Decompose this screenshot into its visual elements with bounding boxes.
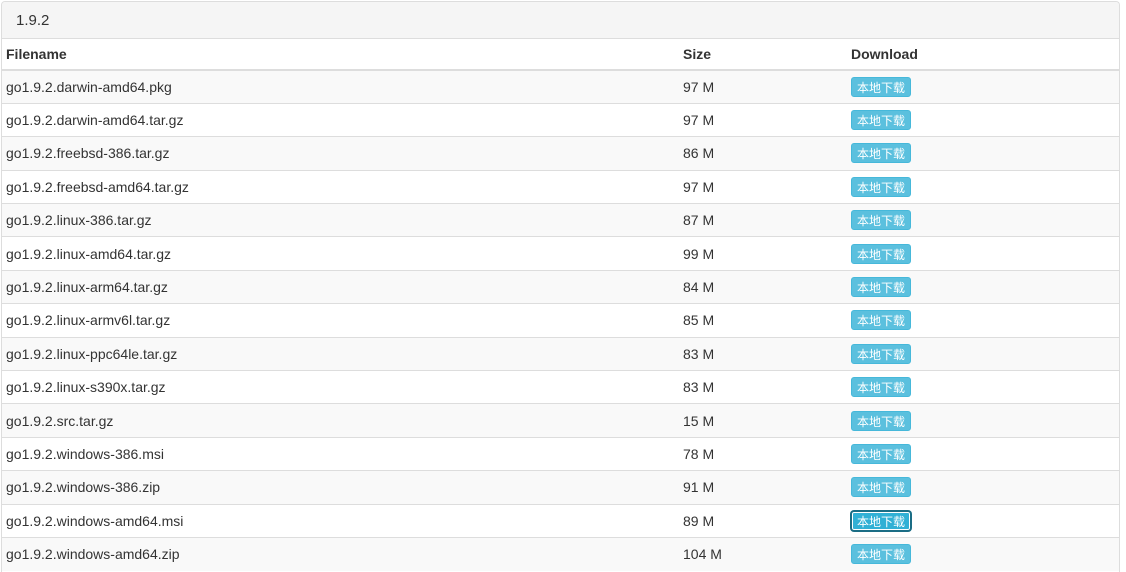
size-cell: 83 M <box>679 336 847 371</box>
table-row: go1.9.2.linux-ppc64le.tar.gz 83 M 本地下载 <box>2 336 1119 371</box>
table-header: Filename Size Download <box>2 39 1119 71</box>
local-download-button[interactable]: 本地下载 <box>851 544 912 565</box>
table-row: go1.9.2.linux-386.tar.gz 87 M 本地下载 <box>2 203 1119 237</box>
size-cell: 89 M <box>679 503 847 538</box>
version-title: 1.9.2 <box>16 11 50 29</box>
size-cell: 85 M <box>679 303 847 338</box>
header-filename: Filename <box>2 39 679 71</box>
table-row: go1.9.2.darwin-amd64.pkg 97 M 本地下载 <box>2 70 1119 104</box>
filename-cell: go1.9.2.freebsd-amd64.tar.gz <box>2 169 679 204</box>
size-cell: 78 M <box>679 436 847 471</box>
size-cell: 86 M <box>679 136 847 171</box>
size-cell: 97 M <box>679 169 847 204</box>
filename-cell: go1.9.2.src.tar.gz <box>2 403 679 438</box>
table-row: go1.9.2.windows-386.zip 91 M 本地下载 <box>2 470 1119 505</box>
local-download-button[interactable]: 本地下载 <box>851 110 912 131</box>
table-row: go1.9.2.windows-amd64.msi 89 M 本地下载 <box>2 503 1119 538</box>
panel-heading: 1.9.2 <box>2 2 1119 39</box>
local-download-button[interactable]: 本地下载 <box>851 477 912 498</box>
filename-cell: go1.9.2.linux-386.tar.gz <box>2 203 679 237</box>
filename-cell: go1.9.2.windows-amd64.msi <box>2 503 679 538</box>
local-download-button[interactable]: 本地下载 <box>851 76 912 97</box>
filename-cell: go1.9.2.linux-ppc64le.tar.gz <box>2 336 679 371</box>
header-download: Download <box>847 39 1119 71</box>
local-download-button[interactable]: 本地下载 <box>851 310 912 331</box>
local-download-button[interactable]: 本地下载 <box>851 510 912 531</box>
filename-cell: go1.9.2.linux-armv6l.tar.gz <box>2 303 679 338</box>
filename-cell: go1.9.2.windows-386.zip <box>2 470 679 505</box>
size-cell: 87 M <box>679 203 847 237</box>
table-row: go1.9.2.linux-armv6l.tar.gz 85 M 本地下载 <box>2 303 1119 338</box>
local-download-button[interactable]: 本地下载 <box>851 176 912 197</box>
table-row: go1.9.2.darwin-amd64.tar.gz 97 M 本地下载 <box>2 102 1119 137</box>
table-row: go1.9.2.freebsd-amd64.tar.gz 97 M 本地下载 <box>2 169 1119 204</box>
table-row: go1.9.2.linux-s390x.tar.gz 83 M 本地下载 <box>2 370 1119 404</box>
size-cell: 83 M <box>679 370 847 404</box>
local-download-button[interactable]: 本地下载 <box>851 143 912 164</box>
table-row: go1.9.2.linux-amd64.tar.gz 99 M 本地下载 <box>2 236 1119 271</box>
local-download-button[interactable]: 本地下载 <box>851 343 912 364</box>
size-cell: 97 M <box>683 78 715 95</box>
header-size: Size <box>679 39 847 71</box>
filename-cell: go1.9.2.linux-arm64.tar.gz <box>2 269 679 304</box>
table-row: go1.9.2.src.tar.gz 15 M 本地下载 <box>2 403 1119 438</box>
local-download-button[interactable]: 本地下载 <box>851 377 912 398</box>
table-row: go1.9.2.linux-arm64.tar.gz 84 M 本地下载 <box>2 269 1119 304</box>
downloads-table: Filename Size Download go1.9.2.darwin-am… <box>2 39 1119 571</box>
size-cell: 104 M <box>679 536 847 571</box>
filename-cell: go1.9.2.windows-amd64.zip <box>2 536 679 571</box>
table-row: go1.9.2.windows-386.msi 78 M 本地下载 <box>2 436 1119 471</box>
filename-cell: go1.9.2.darwin-amd64.tar.gz <box>2 102 679 137</box>
local-download-button[interactable]: 本地下载 <box>851 443 912 464</box>
filename-cell: go1.9.2.darwin-amd64.pkg <box>6 78 172 95</box>
size-cell: 97 M <box>679 102 847 137</box>
local-download-button[interactable]: 本地下载 <box>851 210 912 231</box>
table-row: go1.9.2.freebsd-386.tar.gz 86 M 本地下载 <box>2 136 1119 171</box>
table-row: go1.9.2.windows-amd64.zip 104 M 本地下载 <box>2 536 1119 571</box>
filename-cell: go1.9.2.linux-s390x.tar.gz <box>2 370 679 404</box>
table-body: go1.9.2.darwin-amd64.pkg 97 M 本地下载 go1.9… <box>2 70 1119 571</box>
local-download-button[interactable]: 本地下载 <box>851 243 912 264</box>
size-cell: 99 M <box>679 236 847 271</box>
local-download-button[interactable]: 本地下载 <box>851 277 912 298</box>
filename-cell: go1.9.2.windows-386.msi <box>2 436 679 471</box>
release-panel: 1.9.2 Filename Size Download go1.9.2.dar… <box>1 1 1120 572</box>
size-cell: 84 M <box>679 269 847 304</box>
size-cell: 91 M <box>679 470 847 505</box>
size-cell: 15 M <box>679 403 847 438</box>
filename-cell: go1.9.2.linux-amd64.tar.gz <box>2 236 679 271</box>
filename-cell: go1.9.2.freebsd-386.tar.gz <box>2 136 679 171</box>
local-download-button[interactable]: 本地下载 <box>851 410 912 431</box>
